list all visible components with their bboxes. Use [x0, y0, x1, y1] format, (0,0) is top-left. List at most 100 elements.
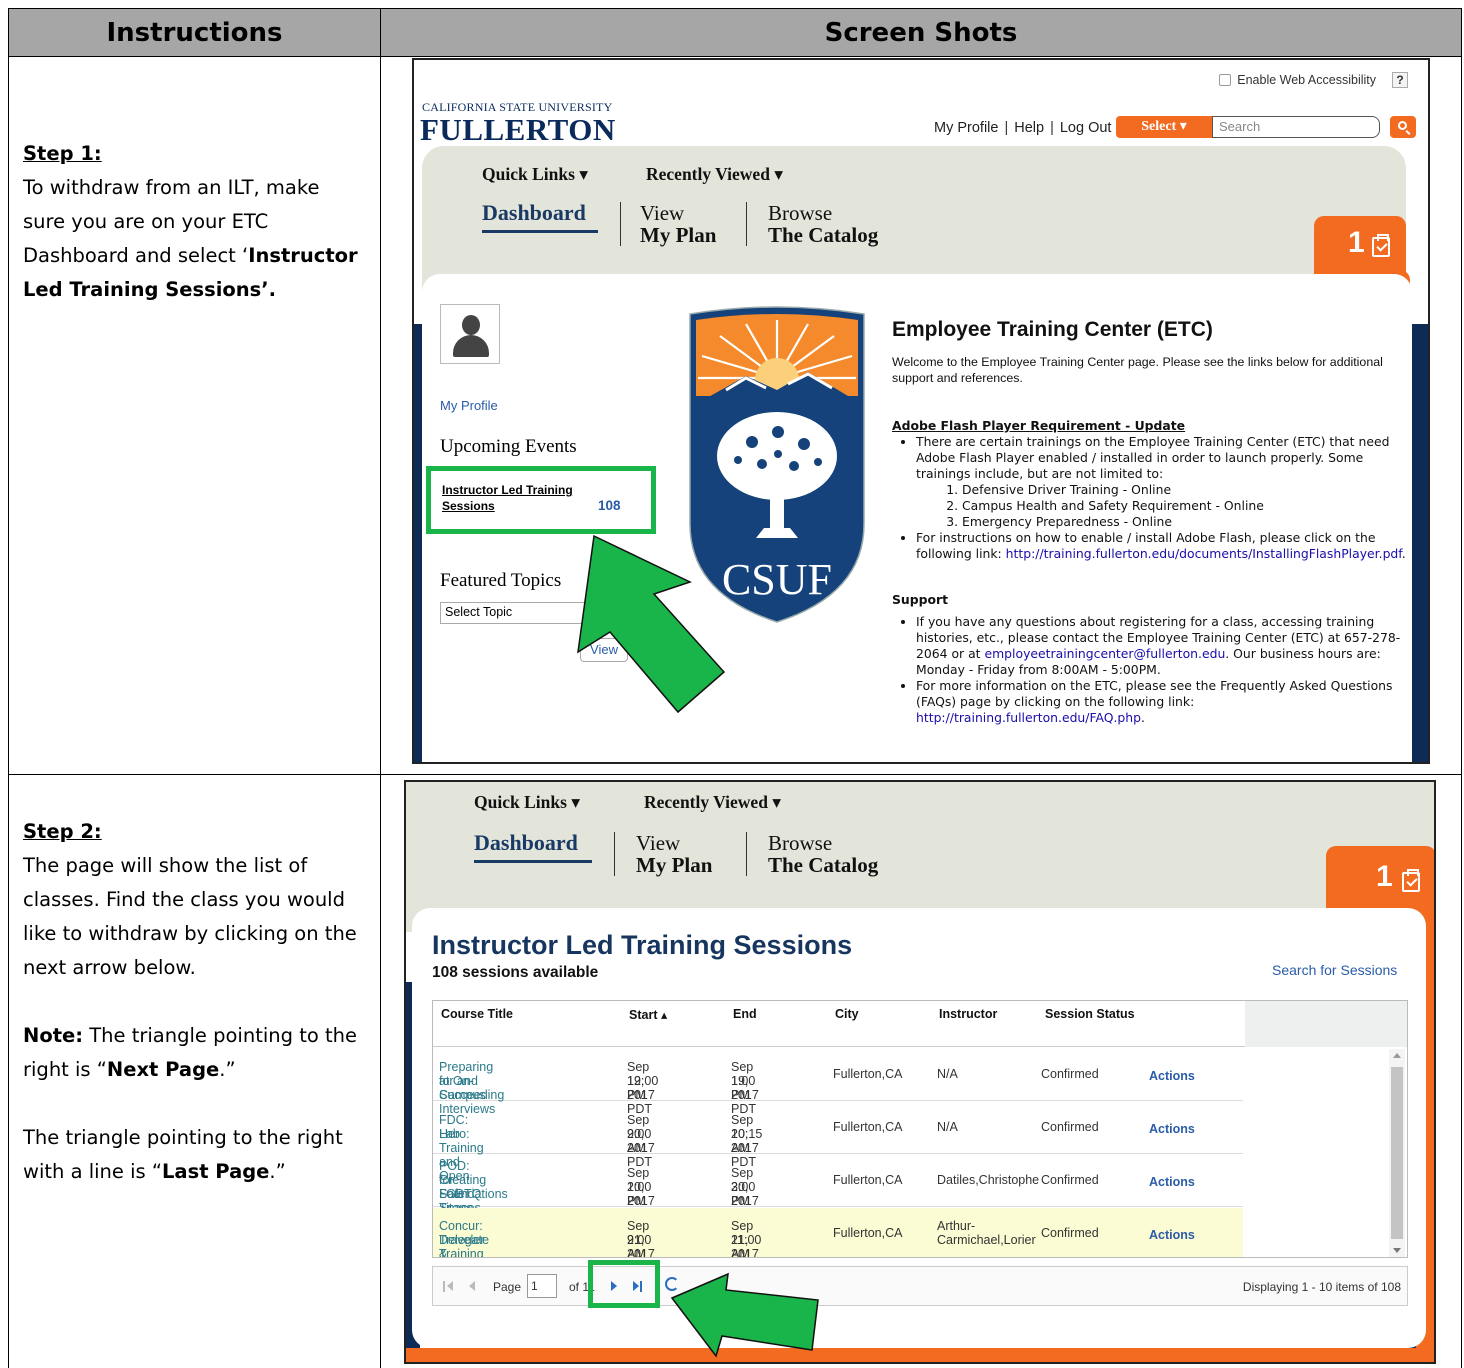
- grid-scrollbar[interactable]: [1389, 1049, 1405, 1257]
- help-icon[interactable]: ?: [1392, 72, 1408, 88]
- search-scope-select[interactable]: Select ▾: [1116, 116, 1212, 138]
- actions-button[interactable]: Actions: [1149, 1069, 1195, 1083]
- nav-separator: [746, 202, 747, 246]
- dashboard-screenshot: Enable Web Accessibility ? CALIFORNIA ST…: [412, 58, 1430, 764]
- col-instructor[interactable]: Instructor: [939, 1007, 997, 1021]
- nav-my-plan[interactable]: View My Plan: [636, 832, 712, 876]
- table-row[interactable]: Preparing for and Succeeding at On-Campus…: [433, 1049, 1243, 1116]
- flash-pdf-link[interactable]: http://training.fullerton.edu/documents/…: [1006, 546, 1402, 561]
- step2-note: Note: The triangle pointing to the right…: [23, 1024, 357, 1081]
- green-arrow-pointer: [577, 534, 726, 714]
- faq-link[interactable]: http://training.fullerton.edu/FAQ.php: [916, 710, 1141, 725]
- recently-viewed-menu[interactable]: Recently Viewed ▾: [646, 164, 783, 185]
- instructor-cell: N/A: [937, 1120, 958, 1134]
- user-icon: [462, 315, 480, 335]
- welcome-text: Welcome to the Employee Training Center …: [892, 355, 1383, 385]
- ilt-highlight-box: [426, 466, 656, 534]
- instructor-cell: N/A: [937, 1067, 958, 1081]
- my-profile-link[interactable]: My Profile: [934, 120, 998, 136]
- accessibility-checkbox[interactable]: [1219, 74, 1232, 86]
- search-icon: [1398, 121, 1407, 130]
- screenshots-header: Screen Shots: [380, 8, 1462, 57]
- actions-button[interactable]: Actions: [1149, 1228, 1195, 1242]
- accessibility-toggle[interactable]: Enable Web Accessibility ?: [1219, 72, 1408, 88]
- pager: Page 1 of 11 Displaying 1 - 10 items of …: [432, 1266, 1408, 1306]
- actions-button[interactable]: Actions: [1149, 1122, 1195, 1136]
- nav-catalog[interactable]: Browse The Catalog: [768, 202, 878, 246]
- etc-title: Employee Training Center (ETC): [892, 318, 1213, 341]
- city-cell: Fullerton,CA: [833, 1120, 903, 1134]
- flash-heading: Adobe Flash Player Requirement - Update: [892, 418, 1186, 433]
- col-session-status[interactable]: Session Status: [1045, 1007, 1135, 1021]
- col-city[interactable]: City: [835, 1007, 859, 1021]
- quick-links-menu[interactable]: Quick Links ▾: [474, 792, 580, 813]
- support-bullet-1: If you have any questions about register…: [916, 614, 1412, 678]
- table-row[interactable]: POD: Creating Safer Spacesfor LGBTQ Tita…: [433, 1155, 1243, 1222]
- city-cell: Fullerton,CA: [833, 1067, 903, 1081]
- nav-separator: [614, 832, 615, 876]
- utility-links: My Profile | Help | Log Out: [934, 120, 1112, 136]
- dashboard-underline: [474, 860, 592, 863]
- quick-links-menu[interactable]: Quick Links ▾: [482, 164, 588, 185]
- nav-separator: [746, 832, 747, 876]
- nav-dashboard[interactable]: Dashboard: [474, 830, 578, 856]
- notification-badge[interactable]: 1: [1326, 846, 1434, 912]
- etc-body: Welcome to the Employee Training Center …: [892, 354, 1412, 726]
- instructor-cell: Datiles,Christophe: [937, 1173, 1040, 1187]
- nav-catalog[interactable]: Browse The Catalog: [768, 832, 878, 876]
- pager-page-label: Page: [493, 1280, 522, 1294]
- search-sessions-link[interactable]: Search for Sessions: [1272, 962, 1397, 978]
- support-heading: Support: [892, 592, 949, 607]
- bottom-orange-stripe: [406, 1348, 1434, 1362]
- prev-page-icon[interactable]: [469, 1281, 475, 1291]
- grid-header-filler: [1245, 1001, 1407, 1047]
- displaying-count: Displaying 1 - 10 items of 108: [1242, 1280, 1401, 1294]
- notification-badge[interactable]: 1: [1314, 216, 1406, 276]
- my-profile-sidebar-link[interactable]: My Profile: [440, 398, 498, 413]
- logo-fullerton[interactable]: FULLERTON: [420, 112, 616, 148]
- scroll-down-icon[interactable]: [1393, 1248, 1401, 1253]
- page-number-input[interactable]: 1: [527, 1274, 557, 1298]
- city-cell: Fullerton,CA: [833, 1173, 903, 1187]
- support-email-link[interactable]: employeetrainingcenter@fullerton.edu: [984, 646, 1225, 661]
- clipboard-check-icon: [1402, 869, 1420, 892]
- nav-dashboard[interactable]: Dashboard: [482, 200, 586, 226]
- scroll-thumb[interactable]: [1391, 1067, 1403, 1239]
- search-input[interactable]: Search: [1212, 116, 1380, 138]
- flash-item: Defensive Driver Training - Online: [962, 482, 1412, 498]
- actions-button[interactable]: Actions: [1149, 1175, 1195, 1189]
- page-title: Instructor Led Training Sessions: [432, 930, 853, 960]
- log-out-link[interactable]: Log Out: [1060, 120, 1112, 136]
- nav-my-plan[interactable]: View My Plan: [640, 202, 716, 246]
- scroll-up-icon[interactable]: [1393, 1053, 1401, 1058]
- col-end[interactable]: End: [733, 1007, 757, 1021]
- sessions-count: 108 sessions available: [432, 964, 599, 981]
- flash-item: Campus Health and Safety Requirement - O…: [962, 498, 1412, 514]
- col-course-title[interactable]: Course Title: [441, 1007, 513, 1021]
- help-link[interactable]: Help: [1014, 120, 1044, 136]
- status-cell: Confirmed: [1041, 1173, 1099, 1187]
- recently-viewed-menu[interactable]: Recently Viewed ▾: [644, 792, 781, 813]
- table-row[interactable]: Concur: Traveler & TravelDelegate Traini…: [433, 1208, 1243, 1257]
- flash-item: Emergency Preparedness - Online: [962, 514, 1412, 530]
- support-bullet-2: For more information on the ETC, please …: [916, 678, 1412, 726]
- step2-last-note: The triangle pointing to the right with …: [23, 1126, 343, 1183]
- first-page-icon[interactable]: [443, 1281, 445, 1292]
- col-start[interactable]: Start ▴: [629, 1007, 667, 1022]
- search-button[interactable]: [1390, 116, 1416, 138]
- city-cell: Fullerton,CA: [833, 1226, 903, 1240]
- green-arrow-pointer: [670, 1272, 819, 1358]
- avatar[interactable]: [440, 304, 500, 364]
- dashboard-underline: [482, 230, 598, 233]
- step1-text: To withdraw from an ILT, make sure you a…: [23, 176, 358, 301]
- step1-heading: Step 1:: [23, 142, 102, 165]
- user-icon-body: [453, 335, 489, 357]
- clipboard-check-icon: [1372, 234, 1390, 257]
- sessions-grid: Course Title Start ▴ End City Instructor…: [432, 1000, 1408, 1258]
- next-page-highlight-box: [588, 1260, 660, 1308]
- step2-text: The page will show the list of classes. …: [23, 854, 357, 979]
- instructions-header: Instructions: [8, 8, 381, 57]
- table-row[interactable]: FDC: Hero: Training and Open Lab Sep 20, …: [433, 1102, 1243, 1183]
- step1-cell: Step 1: To withdraw from an ILT, make su…: [8, 56, 381, 775]
- status-cell: Confirmed: [1041, 1226, 1099, 1240]
